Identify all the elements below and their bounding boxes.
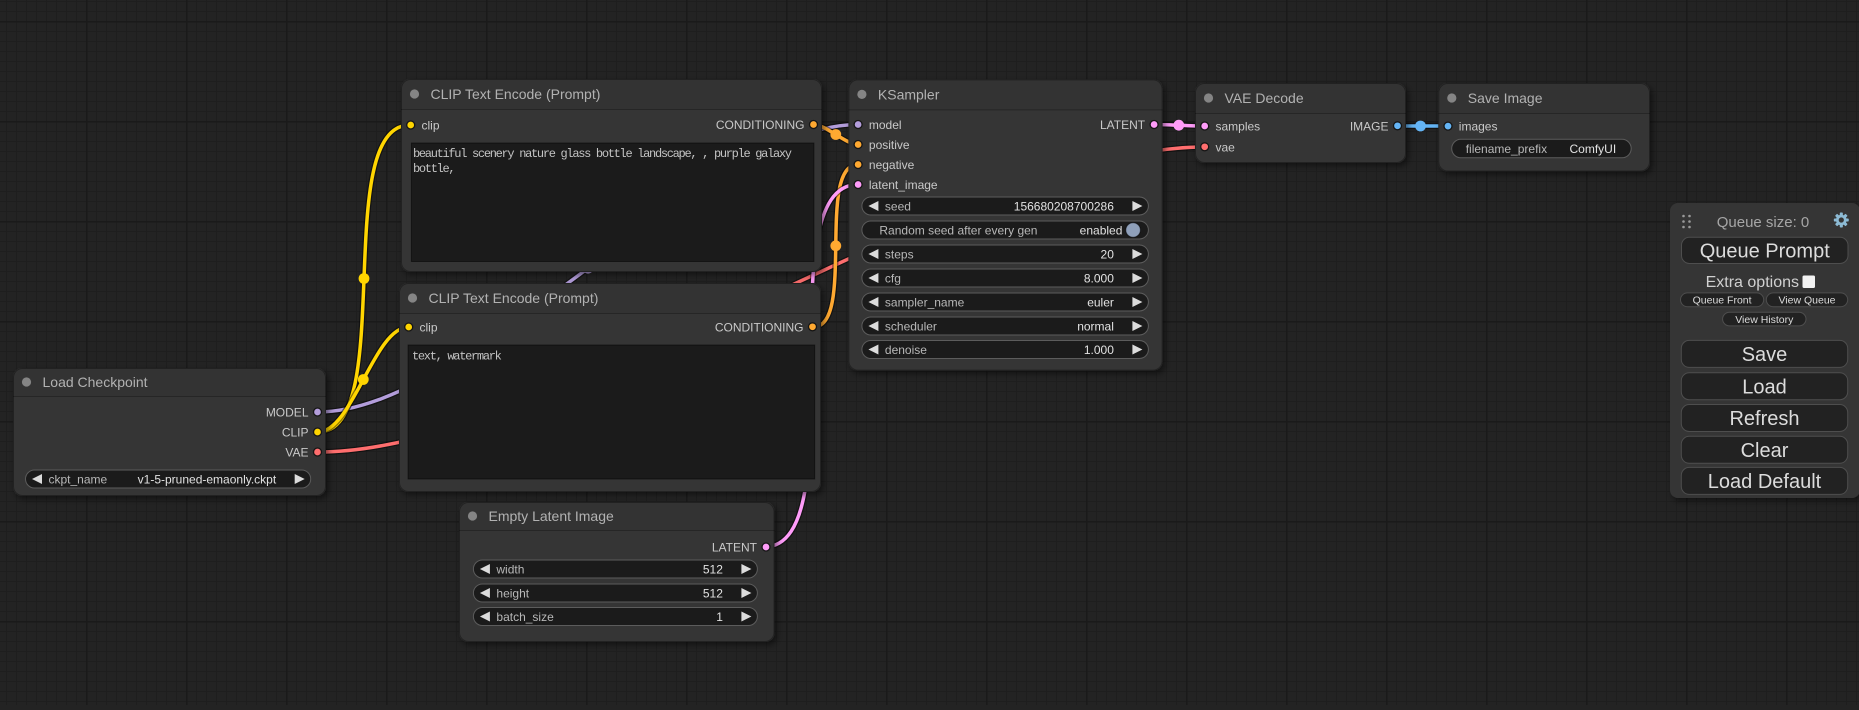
svg-text:MODEL: MODEL <box>266 406 309 420</box>
svg-text:steps: steps <box>885 247 914 261</box>
svg-text:batch_size: batch_size <box>496 610 554 624</box>
svg-text:CLIP Text Encode (Prompt): CLIP Text Encode (Prompt) <box>429 290 599 306</box>
svg-text:CONDITIONING: CONDITIONING <box>716 118 805 132</box>
svg-text:Load Checkpoint: Load Checkpoint <box>43 374 148 390</box>
svg-text:Save: Save <box>1742 344 1788 366</box>
svg-text:512: 512 <box>703 562 723 576</box>
svg-text:LATENT: LATENT <box>1100 118 1146 132</box>
svg-text:clip: clip <box>422 119 440 133</box>
svg-text:Queue Prompt: Queue Prompt <box>1700 241 1831 263</box>
svg-text:normal: normal <box>1077 319 1114 333</box>
svg-text:denoise: denoise <box>885 343 927 357</box>
svg-text:vae: vae <box>1216 140 1236 154</box>
svg-text:View Queue: View Queue <box>1778 295 1835 307</box>
svg-text:bottle,: bottle, <box>413 162 454 176</box>
svg-text:text, watermark: text, watermark <box>412 349 502 363</box>
svg-text:Load: Load <box>1742 376 1787 398</box>
svg-text:Save Image: Save Image <box>1468 90 1543 106</box>
svg-text:images: images <box>1459 120 1498 134</box>
svg-text:enabled: enabled <box>1080 223 1123 237</box>
svg-text:1.000: 1.000 <box>1084 343 1114 357</box>
svg-text:KSampler: KSampler <box>878 86 940 102</box>
svg-text:Extra options: Extra options <box>1706 274 1799 291</box>
svg-text:Queue size: 0: Queue size: 0 <box>1717 214 1810 231</box>
svg-text:ComfyUI: ComfyUI <box>1570 142 1617 156</box>
svg-text:seed: seed <box>885 199 911 213</box>
svg-text:height: height <box>496 586 529 600</box>
svg-text:View History: View History <box>1735 314 1794 326</box>
svg-text:IMAGE: IMAGE <box>1350 119 1389 133</box>
svg-text:cfg: cfg <box>885 271 901 285</box>
svg-text:negative: negative <box>869 158 915 172</box>
svg-text:v1-5-pruned-emaonly.ckpt: v1-5-pruned-emaonly.ckpt <box>138 472 277 486</box>
svg-text:scheduler: scheduler <box>885 319 937 333</box>
svg-text:CLIP Text Encode (Prompt): CLIP Text Encode (Prompt) <box>431 86 601 102</box>
svg-text:VAE: VAE <box>285 446 308 460</box>
svg-text:156680208700286: 156680208700286 <box>1014 199 1114 213</box>
svg-text:Refresh: Refresh <box>1729 408 1799 430</box>
svg-text:8.000: 8.000 <box>1084 271 1114 285</box>
svg-text:sampler_name: sampler_name <box>885 295 965 309</box>
svg-text:samples: samples <box>1216 120 1261 134</box>
svg-text:euler: euler <box>1087 295 1114 309</box>
svg-text:beautiful scenery nature glass: beautiful scenery nature glass bottle la… <box>413 147 792 161</box>
svg-text:LATENT: LATENT <box>712 541 758 555</box>
svg-text:20: 20 <box>1101 247 1115 261</box>
svg-text:Clear: Clear <box>1741 440 1789 462</box>
svg-text:VAE Decode: VAE Decode <box>1225 90 1304 106</box>
svg-text:model: model <box>869 118 902 132</box>
svg-text:latent_image: latent_image <box>869 178 938 192</box>
svg-text:filename_prefix: filename_prefix <box>1466 142 1547 156</box>
svg-text:CLIP: CLIP <box>282 426 309 440</box>
svg-text:width: width <box>495 562 524 576</box>
svg-text:clip: clip <box>420 321 438 335</box>
svg-text:512: 512 <box>703 586 723 600</box>
svg-text:Empty Latent Image: Empty Latent Image <box>489 508 615 524</box>
svg-text:positive: positive <box>869 138 910 152</box>
svg-text:1: 1 <box>716 610 723 624</box>
svg-text:ckpt_name: ckpt_name <box>49 472 108 486</box>
svg-text:Load Default: Load Default <box>1708 471 1822 493</box>
svg-text:Queue Front: Queue Front <box>1693 295 1752 307</box>
svg-text:Random seed after every gen: Random seed after every gen <box>879 223 1037 237</box>
svg-text:CONDITIONING: CONDITIONING <box>715 320 804 334</box>
